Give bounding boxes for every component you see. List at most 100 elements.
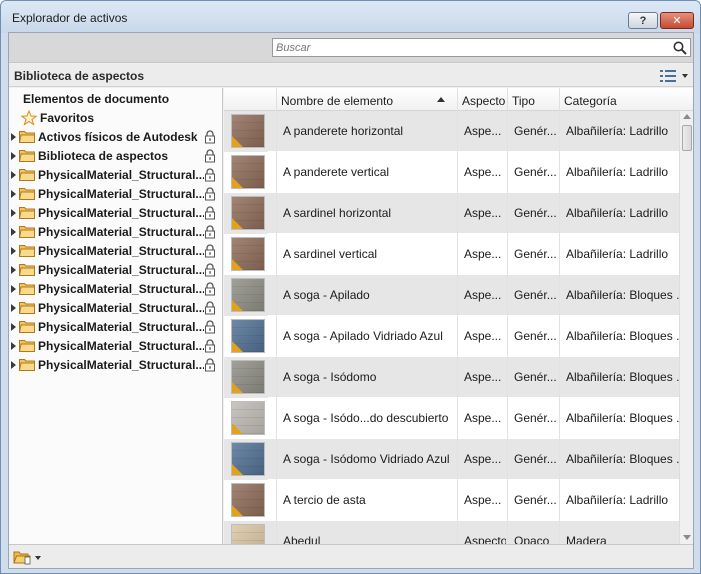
- expand-arrow-icon[interactable]: [11, 170, 16, 179]
- cell-category: Albañilería: Bloques ...: [559, 357, 679, 398]
- cell-name: A panderete vertical: [276, 152, 456, 193]
- table-header: Nombre de elemento Aspecto Tipo Categorí…: [224, 88, 693, 111]
- table-row[interactable]: A panderete horizontal Aspe... Genér... Alb…: [224, 111, 679, 152]
- material-swatch: [231, 442, 265, 476]
- tree-item[interactable]: PhysicalMaterial_Structural...: [11, 203, 221, 222]
- search-field[interactable]: [272, 38, 691, 57]
- cell-category: Albañilería: Ladrillo: [559, 193, 679, 234]
- table-row[interactable]: A sardinel vertical Aspe... Genér... Albañi…: [224, 234, 679, 275]
- cell-name: A soga - Apilado: [276, 275, 456, 316]
- tree-item[interactable]: PhysicalMaterial_Structural...: [11, 222, 221, 241]
- tree-item[interactable]: PhysicalMaterial_Structural...: [11, 298, 221, 317]
- table-row[interactable]: A soga - Apilado Aspe... Genér... Albañiler…: [224, 275, 679, 316]
- search-input[interactable]: [276, 40, 666, 55]
- expand-arrow-icon[interactable]: [11, 208, 16, 217]
- thumbnail-cell: [224, 111, 268, 152]
- expand-arrow-icon[interactable]: [11, 341, 16, 350]
- material-swatch: [231, 237, 265, 271]
- tree-item-label: Activos físicos de Autodesk: [38, 129, 198, 144]
- cell-aspect: Aspe...: [457, 234, 506, 275]
- table-row[interactable]: Abedul Aspecto Opaco Madera: [224, 521, 679, 544]
- lock-icon: [205, 186, 215, 200]
- tree-item[interactable]: PhysicalMaterial_Structural...: [11, 165, 221, 184]
- expand-arrow-icon[interactable]: [11, 189, 16, 198]
- search-icon[interactable]: [672, 40, 688, 56]
- thumbnail-cell: [224, 398, 268, 439]
- column-header-aspect[interactable]: Aspecto: [457, 88, 507, 111]
- expand-arrow-icon[interactable]: [11, 303, 16, 312]
- folder-icon: [19, 264, 35, 276]
- tree-item[interactable]: PhysicalMaterial_Structural...: [11, 336, 221, 355]
- column-header-category[interactable]: Categoría: [559, 88, 693, 111]
- folder-icon: [19, 169, 35, 181]
- tree-item-label: PhysicalMaterial_Structural...: [38, 300, 204, 315]
- help-button[interactable]: ?: [628, 12, 658, 29]
- tree-item[interactable]: PhysicalMaterial_Structural...: [11, 184, 221, 203]
- column-header-type[interactable]: Tipo: [507, 88, 559, 111]
- scroll-thumb[interactable]: [682, 125, 692, 151]
- cell-aspect: Aspe...: [457, 111, 506, 152]
- cell-category: Albañilería: Bloques ...: [559, 316, 679, 357]
- close-button[interactable]: ✕: [660, 12, 694, 29]
- expand-arrow-icon[interactable]: [11, 322, 16, 331]
- cell-category: Albañilería: Ladrillo: [559, 152, 679, 193]
- folder-icon: [19, 188, 35, 200]
- table-row[interactable]: A soga - Apilado Vidriado Azul Aspe... Gen…: [224, 316, 679, 357]
- cell-type: Genér...: [507, 398, 559, 439]
- folder-icon: [19, 207, 35, 219]
- thumbnail-cell: [224, 521, 268, 544]
- materials-table: Nombre de elemento Aspecto Tipo Categorí…: [224, 88, 693, 544]
- view-options-icon[interactable]: [659, 68, 691, 84]
- badge-icon: [232, 464, 243, 475]
- expand-arrow-icon[interactable]: [11, 246, 16, 255]
- folder-icon: [19, 245, 35, 257]
- tree-item[interactable]: PhysicalMaterial_Structural...: [11, 241, 221, 260]
- cell-name: Abedul: [276, 521, 456, 544]
- material-swatch: [231, 114, 265, 148]
- expand-arrow-icon[interactable]: [11, 284, 16, 293]
- expand-arrow-icon[interactable]: [11, 227, 16, 236]
- cell-name: A sardinel horizontal: [276, 193, 456, 234]
- tree-item[interactable]: Biblioteca de aspectos: [11, 146, 221, 165]
- document-materials-heading[interactable]: Elementos de documento: [23, 92, 169, 106]
- badge-icon: [232, 341, 243, 352]
- column-header-name[interactable]: Nombre de elemento: [276, 88, 457, 111]
- material-swatch: [231, 319, 265, 353]
- tree-item[interactable]: PhysicalMaterial_Structural...: [11, 260, 221, 279]
- lock-icon: [205, 205, 215, 219]
- cell-category: Albañilería: Ladrillo: [559, 480, 679, 521]
- folder-icon: [19, 359, 35, 371]
- open-library-icon[interactable]: [13, 549, 43, 565]
- bottom-toolbar: [9, 544, 693, 568]
- cell-aspect: Aspe...: [457, 152, 506, 193]
- title-bar[interactable]: Explorador de activos ? ✕: [1, 1, 700, 33]
- column-header-thumbnail[interactable]: [224, 88, 276, 111]
- tree-item[interactable]: PhysicalMaterial_Structural...: [11, 279, 221, 298]
- table-row[interactable]: A sardinel horizontal Aspe... Genér... Alba…: [224, 193, 679, 234]
- vertical-scrollbar[interactable]: [679, 111, 693, 544]
- scroll-down-icon[interactable]: [683, 535, 691, 540]
- scroll-up-icon[interactable]: [683, 114, 691, 119]
- expand-arrow-icon[interactable]: [11, 132, 16, 141]
- cell-name: A soga - Isódo...do descubierto: [276, 398, 456, 439]
- favorites-item[interactable]: Favoritos: [21, 109, 94, 127]
- cell-name: A sardinel vertical: [276, 234, 456, 275]
- expand-arrow-icon[interactable]: [11, 360, 16, 369]
- tree-item[interactable]: PhysicalMaterial_Structural...: [11, 355, 221, 374]
- table-row[interactable]: A soga - Isódomo Aspe... Genér... Albañiler…: [224, 357, 679, 398]
- cell-type: Opaco: [507, 521, 559, 544]
- cell-category: Madera: [559, 521, 679, 544]
- badge-icon: [232, 382, 243, 393]
- folder-icon: [19, 283, 35, 295]
- expand-arrow-icon[interactable]: [11, 265, 16, 274]
- table-row[interactable]: A tercio de asta Aspe... Genér... Albañiler…: [224, 480, 679, 521]
- badge-icon: [232, 505, 243, 516]
- cell-type: Genér...: [507, 439, 559, 480]
- tree-item[interactable]: Activos físicos de Autodesk: [11, 127, 221, 146]
- expand-arrow-icon[interactable]: [11, 151, 16, 160]
- material-swatch: [231, 401, 265, 435]
- table-row[interactable]: A soga - Isódomo Vidriado Azul Aspe... Gen…: [224, 439, 679, 480]
- table-row[interactable]: A panderete vertical Aspe... Genér... Albañ…: [224, 152, 679, 193]
- tree-item[interactable]: PhysicalMaterial_Structural...: [11, 317, 221, 336]
- table-row[interactable]: A soga - Isódo...do descubierto Aspe... Ge…: [224, 398, 679, 439]
